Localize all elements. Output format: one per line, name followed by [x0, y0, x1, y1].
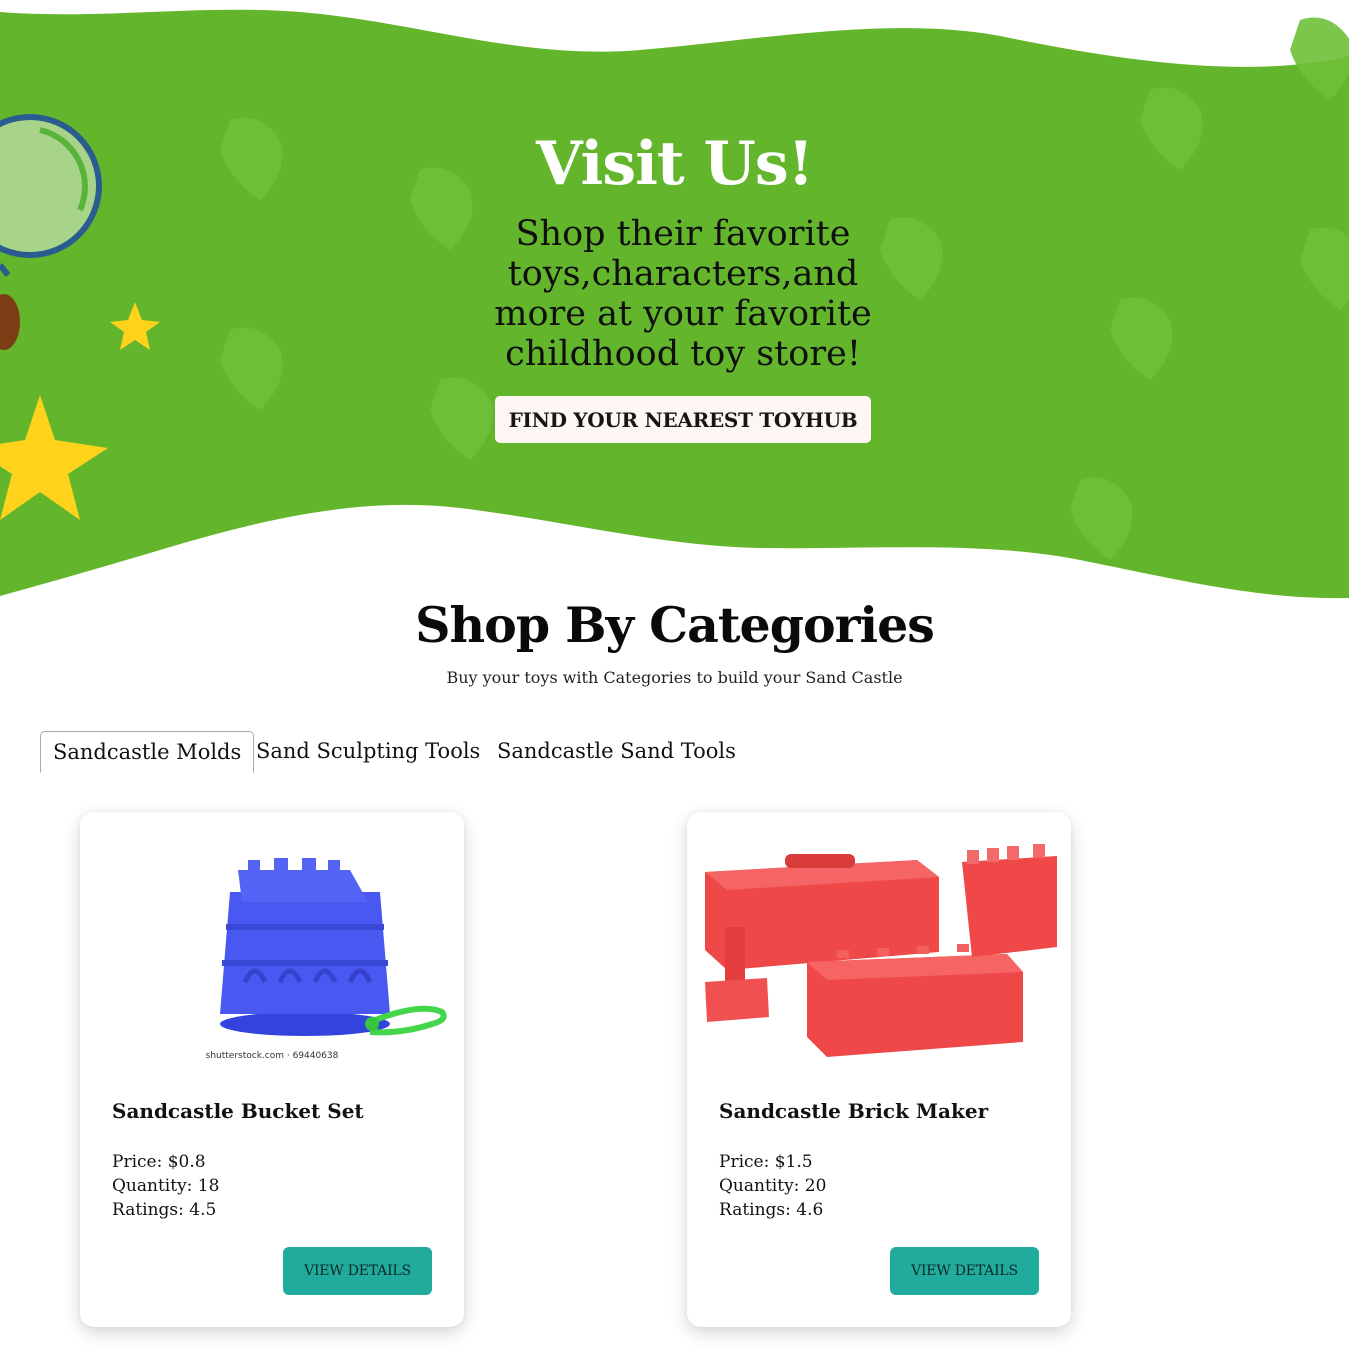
product-card: Sandcastle Brick Maker Price: $1.5 Quant…: [687, 812, 1071, 1327]
product-quantity: Quantity: 18: [112, 1176, 220, 1196]
view-details-button[interactable]: VIEW DETAILS: [890, 1247, 1039, 1295]
bucket-set-image: [80, 832, 464, 1082]
visit-us-banner: Visit Us! Shop their favorite toys,chara…: [0, 0, 1349, 600]
product-details: Price: $1.5 Quantity: 20 Ratings: 4.6: [719, 1150, 826, 1222]
product-price: Price: $0.8: [112, 1152, 206, 1172]
tab-sand-sculpting-tools[interactable]: Sand Sculpting Tools: [256, 731, 480, 771]
categories-title: Shop By Categories: [415, 596, 935, 654]
find-nearest-toyhub-button[interactable]: FIND YOUR NEAREST TOYHUB: [495, 396, 871, 443]
product-details: Price: $0.8 Quantity: 18 Ratings: 4.5: [112, 1150, 219, 1222]
product-name: Sandcastle Bucket Set: [112, 1099, 364, 1123]
hero-description: Shop their favorite toys,characters,and …: [494, 214, 872, 374]
product-ratings: Ratings: 4.6: [719, 1200, 824, 1220]
product-card: shutterstock.com · 69440638 Sandcastle B…: [80, 812, 464, 1327]
product-ratings: Ratings: 4.5: [112, 1200, 217, 1220]
brick-maker-image: [687, 832, 1071, 1082]
image-watermark: shutterstock.com · 69440638: [205, 1051, 339, 1061]
product-quantity: Quantity: 20: [719, 1176, 827, 1196]
categories-subtitle: Buy your toys with Categories to build y…: [446, 668, 903, 687]
product-price: Price: $1.5: [719, 1152, 813, 1172]
hero-title: Visit Us!: [536, 129, 814, 199]
tab-sandcastle-sand-tools[interactable]: Sandcastle Sand Tools: [497, 731, 736, 771]
product-name: Sandcastle Brick Maker: [719, 1099, 989, 1123]
view-details-button[interactable]: VIEW DETAILS: [283, 1247, 432, 1295]
tab-sandcastle-molds[interactable]: Sandcastle Molds: [40, 731, 255, 773]
